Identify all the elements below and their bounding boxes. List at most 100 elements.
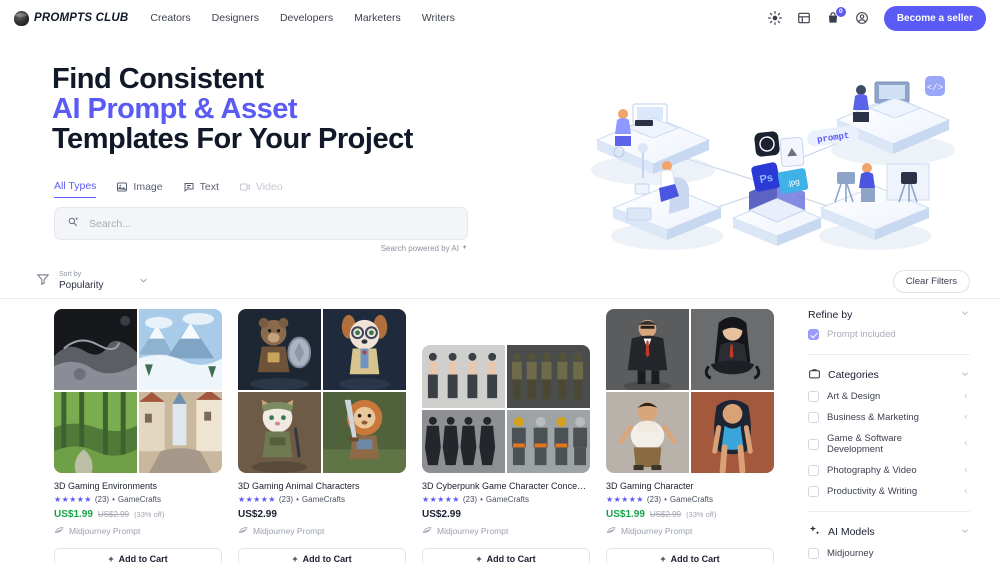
brand-logo[interactable]: PROMPTS CLUB [14, 10, 128, 26]
chevron-right-icon[interactable] [962, 392, 970, 402]
sparkle-icon [808, 524, 821, 540]
add-to-cart-label: Add to Cart [670, 554, 720, 563]
nav-item-marketers[interactable]: Marketers [354, 12, 401, 24]
filter-midjourney[interactable]: Midjourney [808, 543, 970, 563]
add-to-cart-button[interactable]: + Add to Cart [422, 548, 590, 563]
add-to-cart-button[interactable]: + Add to Cart [54, 548, 222, 563]
thumb-turnaround-armored [507, 410, 590, 473]
ai-search-icon [67, 215, 80, 233]
chevron-right-icon[interactable] [962, 439, 970, 449]
add-to-cart-label: Add to Cart [302, 554, 352, 563]
thumb-turnaround-female [422, 345, 505, 408]
product-thumbnail-grid[interactable] [54, 309, 222, 473]
rating-count: (23) [646, 495, 662, 504]
product-price: US$2.99 [238, 509, 406, 520]
product-title: 3D Gaming Animal Characters [238, 481, 360, 491]
thumb-green-forest [54, 392, 137, 473]
nav-item-writers[interactable]: Writers [422, 12, 455, 24]
filter-art-and-design[interactable]: Art & Design [808, 386, 970, 407]
rating-count: (23) [278, 495, 294, 504]
product-thumbnail-grid[interactable] [422, 345, 590, 473]
rating-dot: • [112, 495, 115, 504]
nav-item-developers[interactable]: Developers [280, 12, 333, 24]
checkbox-photography-and-video[interactable] [808, 465, 819, 476]
tab-image-label: Image [133, 180, 163, 193]
tab-all-types[interactable]: All Types [54, 180, 97, 198]
filter-productivity-and-writing[interactable]: Productivity & Writing [808, 481, 970, 502]
price-current: US$2.99 [422, 509, 461, 520]
thumb-lion-warrior [323, 392, 406, 473]
sort-by-dropdown[interactable]: Sort by Popularity [36, 271, 149, 292]
checkbox-art-and-design[interactable] [808, 391, 819, 402]
midjourney-icon [422, 525, 432, 537]
filter-productivity-and-writing-label: Productivity & Writing [827, 486, 918, 497]
tab-text-label: Text [199, 180, 219, 193]
product-card[interactable]: 3D Gaming Animal Characters ★★★★★ (23) •… [238, 309, 406, 563]
tab-text[interactable]: Text [183, 181, 219, 198]
checkbox-game-and-software-development[interactable] [808, 438, 819, 450]
checkbox-prompt-included[interactable] [808, 329, 819, 340]
product-card[interactable]: 3D Gaming Environments ★★★★★ (23) • Game… [54, 309, 222, 563]
chevron-right-icon[interactable] [962, 413, 970, 423]
refine-by-header[interactable]: Refine by [808, 305, 970, 324]
checkbox-productivity-and-writing[interactable] [808, 486, 819, 497]
product-title: 3D Cyberpunk Game Character Concept ... [422, 481, 590, 491]
header-actions: 0 Become a seller [768, 5, 986, 31]
add-to-cart-button[interactable]: + Add to Cart [606, 548, 774, 563]
refine-panel: Refine by Prompt included Categories Art… [808, 305, 970, 563]
image-icon [116, 181, 128, 193]
checkbox-business-and-marketing[interactable] [808, 412, 819, 423]
search-bar[interactable] [54, 207, 468, 240]
hero-line-2: AI Prompt & Asset [52, 93, 298, 126]
add-to-cart-button[interactable]: + Add to Cart [238, 548, 406, 563]
chevron-right-icon[interactable] [962, 487, 970, 497]
checkbox-midjourney[interactable] [808, 548, 819, 559]
hero-line-3: Templates For Your Project [52, 123, 413, 156]
rating-stars: ★★★★★ [54, 495, 92, 504]
add-to-cart-label: Add to Cart [118, 554, 168, 563]
sparkle-icon [461, 244, 468, 253]
briefcase-icon [808, 367, 821, 383]
theme-sun-icon[interactable] [768, 11, 783, 26]
add-to-cart-label: Add to Cart [486, 554, 536, 563]
product-thumbnail-grid[interactable] [238, 309, 406, 473]
thumb-bear-knight [238, 309, 321, 390]
product-thumbnail-grid[interactable] [606, 309, 774, 473]
categories-header[interactable]: Categories [808, 364, 970, 386]
thumb-round-man [606, 392, 689, 473]
clear-filters-button[interactable]: Clear Filters [892, 270, 970, 293]
product-card[interactable]: 3D Gaming Character ★★★★★ (23) • GameCra… [606, 309, 774, 563]
tab-image[interactable]: Image [116, 180, 163, 198]
product-rating: ★★★★★ (23) • GameCrafts [238, 495, 406, 504]
product-card[interactable]: 3D Cyberpunk Game Character Concept ... … [422, 309, 590, 563]
nav-item-creators[interactable]: Creators [150, 12, 190, 24]
filter-business-and-marketing[interactable]: Business & Marketing [808, 407, 970, 428]
product-price: US$1.99 US$2.99 (33% off) [606, 509, 774, 520]
divider [808, 354, 970, 355]
filter-game-and-software-development[interactable]: Game & Software Development [808, 428, 970, 460]
rating-stars: ★★★★★ [422, 495, 460, 504]
search-powered-by-label: Search powered by AI [380, 244, 459, 253]
thumb-turnaround-dark [422, 410, 505, 473]
price-current: US$1.99 [54, 509, 93, 520]
ai-models-header[interactable]: AI Models [808, 521, 970, 543]
product-seller: GameCrafts [485, 495, 530, 504]
plus-icon: + [108, 554, 114, 563]
cart-icon[interactable]: 0 [826, 6, 846, 26]
thumb-turnaround-soldier [507, 345, 590, 408]
rating-stars: ★★★★★ [238, 495, 276, 504]
become-a-seller-button[interactable]: Become a seller [883, 5, 986, 31]
chevron-right-icon[interactable] [962, 466, 970, 476]
product-model: Midjourney Prompt [422, 525, 590, 537]
account-avatar-icon[interactable] [855, 11, 870, 26]
product-seller: GameCrafts [301, 495, 346, 504]
thumb-dog-scholar [323, 309, 406, 390]
dashboard-grid-icon[interactable] [797, 11, 812, 26]
search-input[interactable] [89, 217, 455, 230]
filter-photography-and-video[interactable]: Photography & Video [808, 460, 970, 481]
search-powered-by: Search powered by AI [54, 244, 468, 253]
nav-item-designers[interactable]: Designers [212, 12, 259, 24]
filter-prompt-included[interactable]: Prompt included [808, 324, 970, 345]
video-icon [239, 181, 251, 193]
thumb-moon-surface [54, 309, 137, 390]
